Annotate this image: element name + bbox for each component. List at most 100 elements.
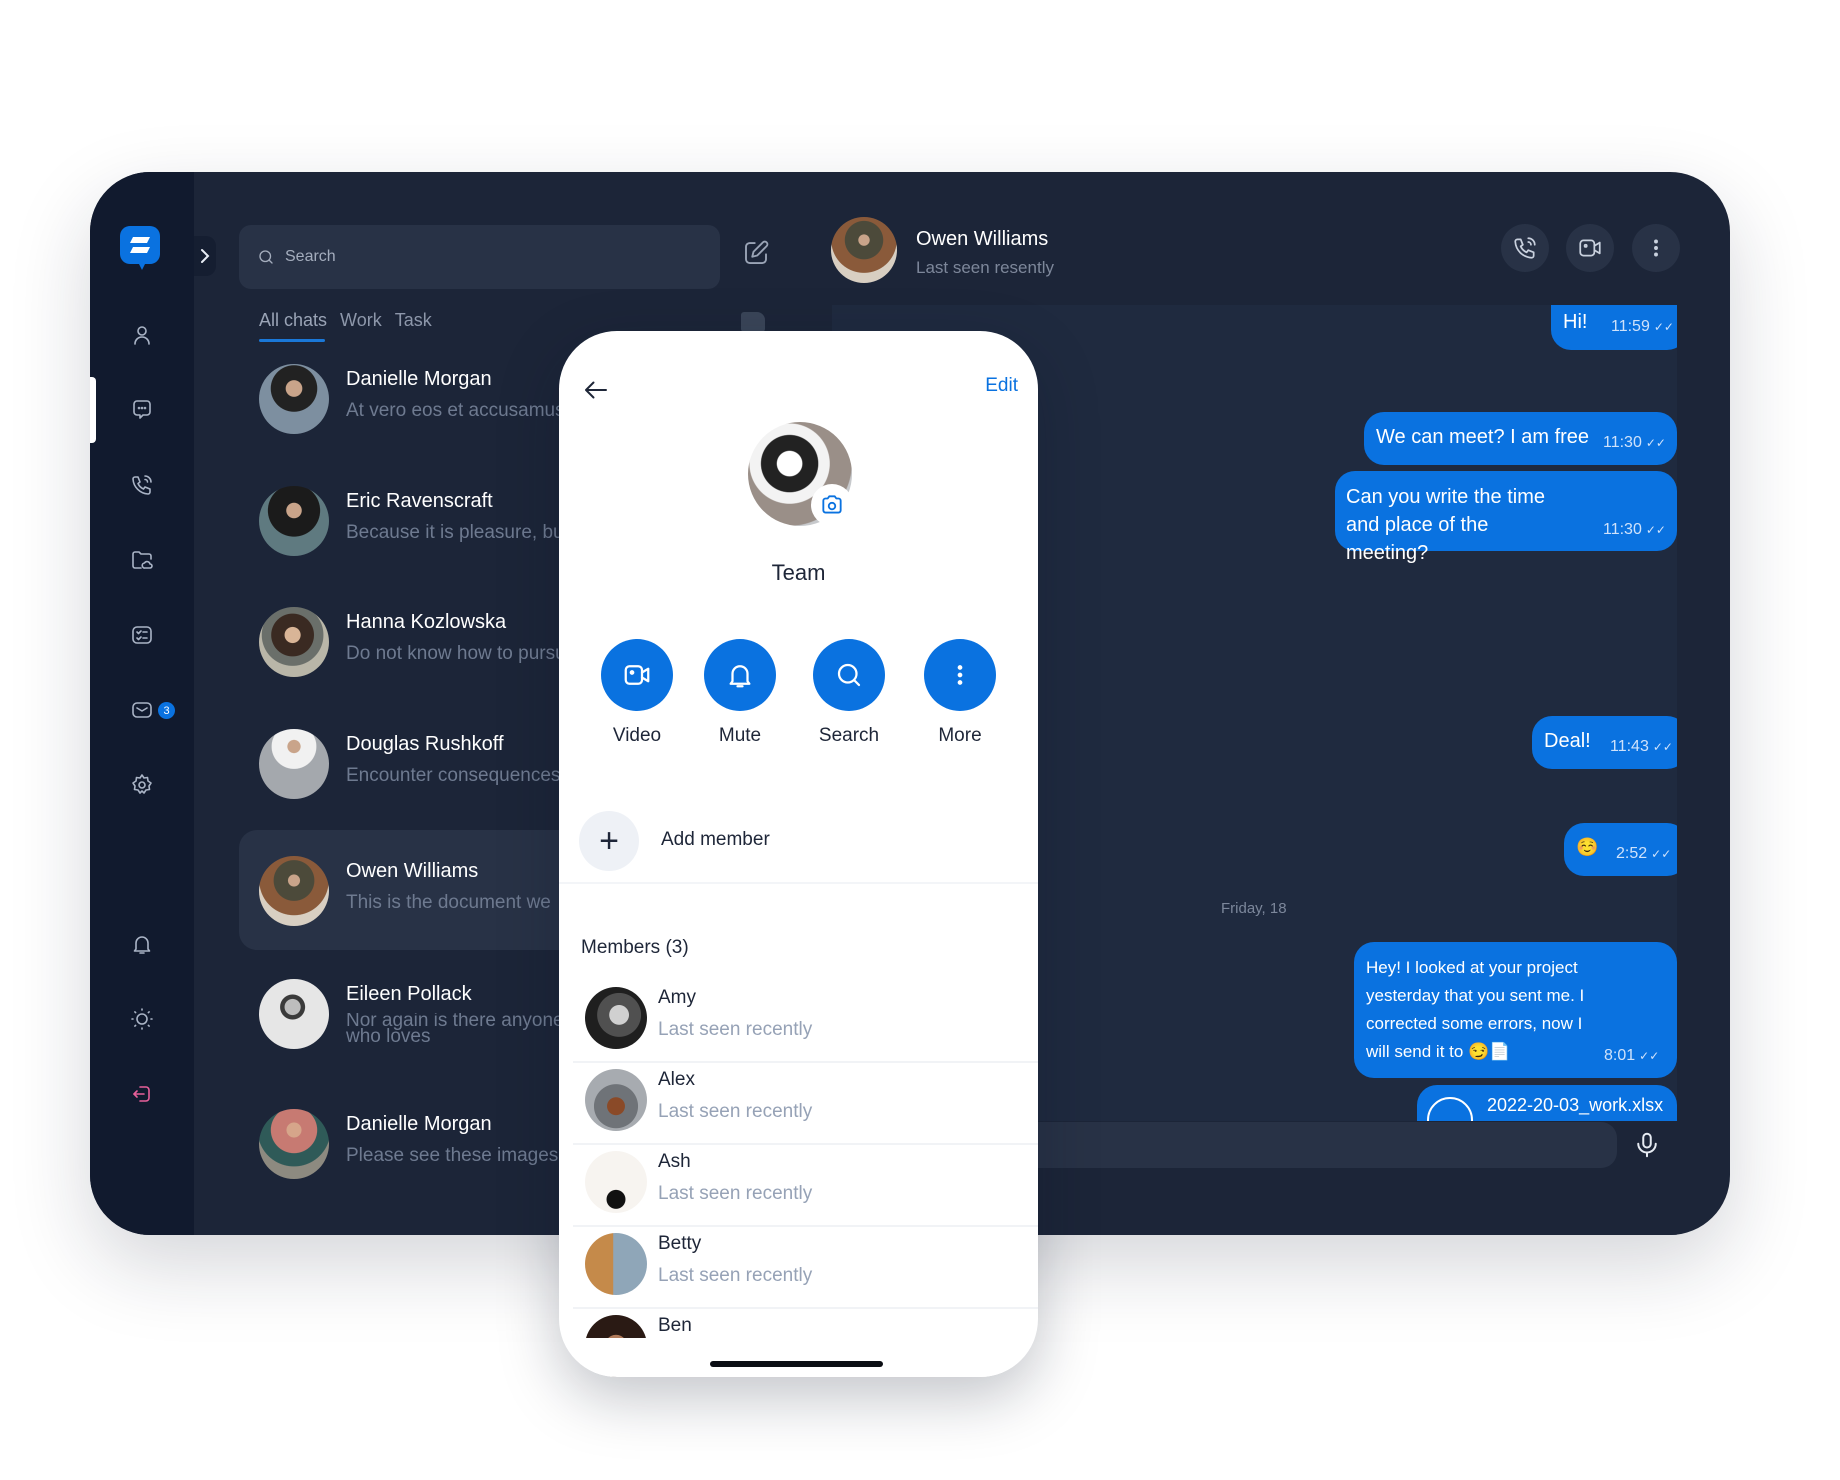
avatar	[585, 987, 647, 1049]
folder-cloud-icon	[132, 551, 153, 569]
plus-icon: +	[579, 811, 639, 871]
new-chat-button[interactable]	[741, 238, 773, 270]
message-text: Hi!	[1563, 311, 1588, 333]
rail-files[interactable]	[124, 542, 160, 578]
file-attachment-message[interactable]: 2022-20-03_work.xlsx	[1417, 1085, 1677, 1121]
rail-mail[interactable]	[124, 692, 160, 728]
rail-theme-toggle[interactable]	[124, 1001, 160, 1037]
search-icon	[259, 250, 273, 264]
mute-action-button[interactable]: Mute	[704, 639, 776, 747]
message-text: Can you write the time and place of the …	[1346, 486, 1545, 564]
chat-name: Hanna Kozlowska	[346, 611, 507, 633]
chat-filter-tabs: All chats Work Task	[259, 310, 432, 331]
rail-chats[interactable]	[124, 392, 160, 428]
message-bubble-outgoing: Can you write the time and place of the …	[1335, 471, 1677, 564]
user-icon	[134, 326, 150, 345]
video-action-button[interactable]: Video	[601, 639, 673, 747]
avatar	[259, 486, 329, 556]
member-row[interactable]: Ash Last seen recently	[573, 1145, 1038, 1227]
member-name: Alex	[658, 1069, 695, 1090]
avatar	[259, 856, 329, 926]
message-bubble-outgoing: Hey! I looked at your project yesterday …	[1354, 942, 1677, 1078]
read-receipt-icon: ✓✓	[1639, 1049, 1660, 1063]
search-icon	[837, 663, 861, 687]
read-receipt-icon: ✓✓	[1651, 847, 1672, 861]
action-label: Mute	[718, 725, 762, 746]
date-separator: Friday, 18	[1221, 900, 1287, 917]
avatar	[259, 364, 329, 434]
microphone-icon	[1637, 1132, 1657, 1158]
chat-name: Danielle Morgan	[346, 368, 492, 390]
video-icon	[624, 665, 650, 685]
chat-preview: Nor again is there anyone who loves	[346, 1013, 564, 1047]
rail-notifications[interactable]	[124, 926, 160, 962]
checklist-icon	[132, 626, 152, 644]
member-name: Ash	[658, 1151, 691, 1172]
member-status: Last seen recently	[658, 1183, 813, 1204]
message-text: Hey! I looked at your project yesterday …	[1366, 958, 1585, 1061]
read-receipt-icon: ✓✓	[1653, 320, 1674, 334]
back-button[interactable]	[581, 375, 613, 407]
chat-bubble-icon	[133, 400, 151, 419]
member-name: Amy	[658, 987, 696, 1008]
tab-work[interactable]: Work	[340, 310, 382, 331]
read-receipt-icon: ✓✓	[1645, 436, 1666, 450]
message-text: Deal!	[1544, 730, 1591, 752]
member-row[interactable]: Betty Last seen recently	[573, 1227, 1038, 1309]
tab-all-chats[interactable]: All chats	[259, 310, 327, 331]
app-logo[interactable]	[120, 226, 160, 270]
voice-call-button[interactable]	[1501, 224, 1549, 272]
more-vertical-icon	[1654, 239, 1658, 257]
change-photo-button[interactable]	[811, 484, 853, 526]
group-name: Team	[771, 560, 826, 585]
more-action-button[interactable]: More	[924, 639, 996, 747]
avatar	[585, 1151, 647, 1213]
member-name: Ben	[658, 1315, 692, 1336]
action-label: Search	[818, 725, 880, 746]
video-icon	[1579, 239, 1601, 257]
more-options-button[interactable]	[1632, 224, 1680, 272]
message-time: 11:30	[1603, 521, 1642, 538]
search-action-button[interactable]: Search	[813, 639, 885, 747]
search-input[interactable]: Search	[239, 225, 720, 289]
phone-icon	[1514, 237, 1536, 259]
avatar	[259, 979, 329, 1049]
rail-settings[interactable]	[124, 767, 160, 803]
member-row[interactable]: Alex Last seen recently	[573, 1063, 1038, 1145]
rail-tasks[interactable]	[124, 617, 160, 653]
avatar	[259, 1109, 329, 1179]
member-status: Last seen recently	[658, 1265, 813, 1286]
more-vertical-icon	[957, 665, 963, 685]
message-text: ☺️	[1576, 837, 1599, 857]
read-receipt-icon: ✓✓	[1652, 740, 1673, 754]
edit-button[interactable]: Edit	[985, 375, 1018, 397]
add-member-label: Add member	[661, 829, 770, 850]
message-time: 2:52	[1616, 845, 1648, 862]
phone-icon	[132, 475, 152, 495]
folder-icon[interactable]	[741, 312, 765, 332]
contact-name[interactable]: Owen Williams	[916, 228, 1048, 251]
home-indicator-area	[559, 1338, 1038, 1377]
rail-calls[interactable]	[124, 467, 160, 503]
read-receipt-icon: ✓✓	[1645, 523, 1666, 537]
message-time: 11:43	[1610, 738, 1649, 755]
action-label: Video	[612, 725, 662, 746]
member-row[interactable]: Amy Last seen recently	[573, 981, 1038, 1063]
message-time: 8:01	[1604, 1047, 1636, 1064]
add-member-button[interactable]: + Add member	[579, 811, 1019, 875]
rail-contacts[interactable]	[124, 317, 160, 353]
message-time: 11:59	[1611, 318, 1650, 335]
bell-icon	[133, 936, 151, 954]
contact-avatar[interactable]	[831, 217, 897, 283]
action-label: More	[938, 725, 982, 746]
logout-icon	[133, 1086, 150, 1102]
file-icon	[1427, 1097, 1473, 1121]
rail-logout[interactable]	[124, 1076, 160, 1112]
video-call-button[interactable]	[1566, 224, 1614, 272]
sun-icon	[131, 1008, 153, 1030]
tab-task[interactable]: Task	[395, 310, 432, 331]
expand-sidebar-button[interactable]	[194, 236, 216, 276]
member-name: Betty	[658, 1233, 702, 1254]
message-bubble-outgoing: We can meet? I am free 11:30 ✓✓	[1364, 412, 1677, 465]
voice-message-button[interactable]	[1632, 1130, 1664, 1162]
